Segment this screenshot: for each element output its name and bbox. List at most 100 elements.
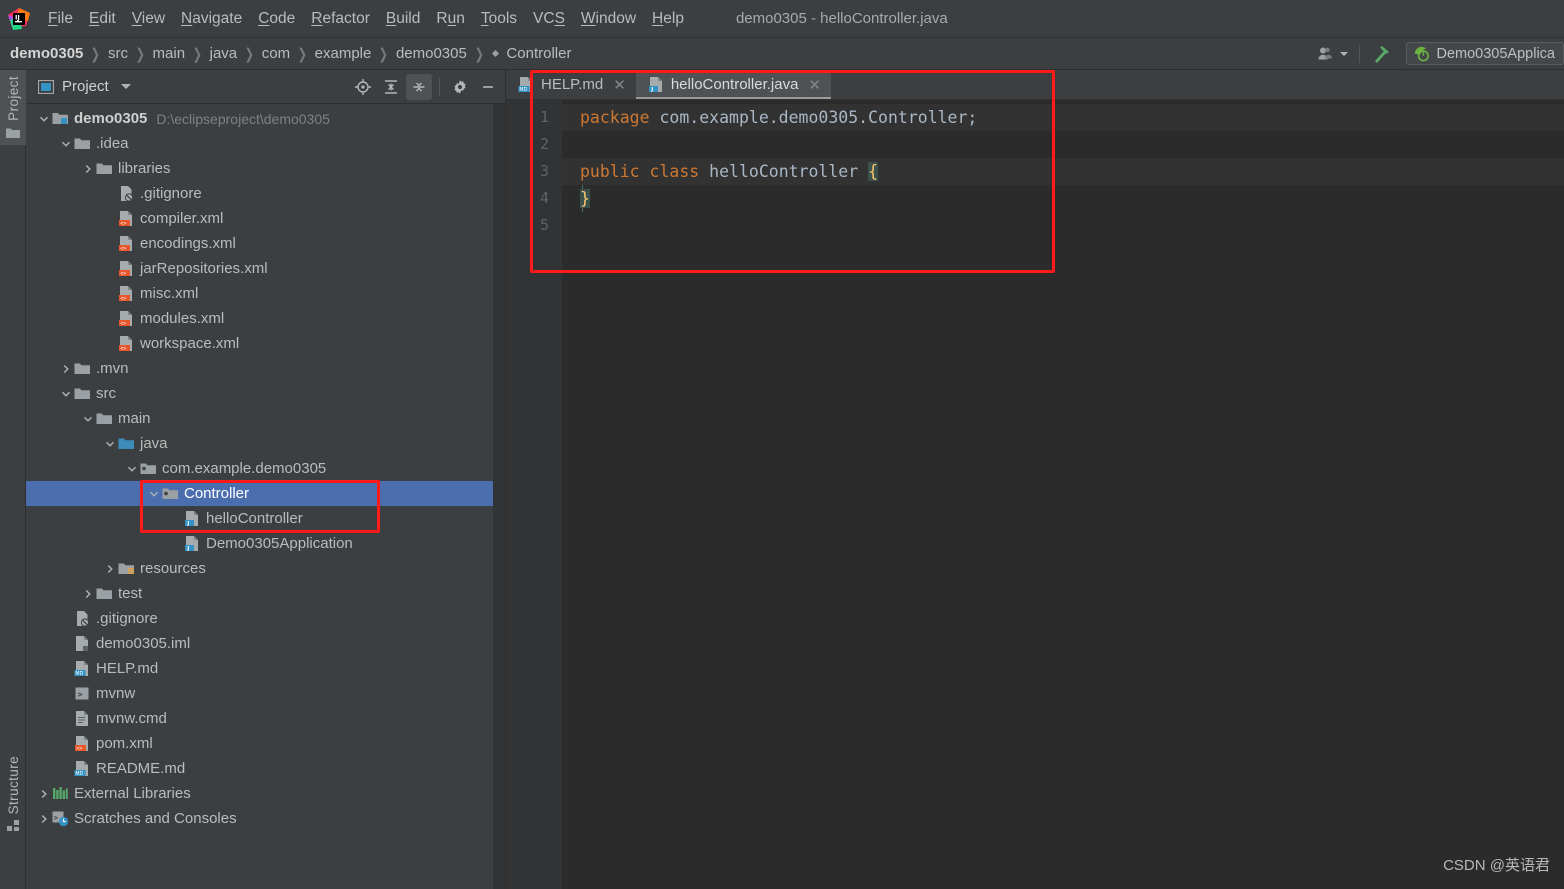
chevron-down-icon[interactable]	[102, 431, 118, 456]
menu-item-refactor[interactable]: Refactor	[303, 8, 378, 30]
package-icon	[162, 485, 179, 502]
close-icon[interactable]: ✕	[613, 76, 626, 94]
tree-node-scratches-and-consoles[interactable]: > Scratches and Consoles	[26, 806, 505, 831]
tree-node-label: HELP.md	[96, 660, 159, 677]
spring-boot-icon	[1414, 46, 1429, 62]
chevron-down-icon[interactable]	[120, 84, 131, 89]
tree-node-misc.xml[interactable]: <> misc.xml	[26, 281, 505, 306]
tree-node-jarrepositories.xml[interactable]: <> jarRepositories.xml	[26, 256, 505, 281]
tree-node-label: src	[96, 385, 116, 402]
code-line-3[interactable]: public class helloController {	[562, 158, 1564, 185]
svg-text:<>: <>	[120, 221, 126, 227]
gitignore-file-icon	[118, 185, 135, 202]
folder-icon	[96, 585, 113, 602]
breadcrumb-item-5[interactable]: example	[315, 45, 372, 62]
menu-item-edit[interactable]: Edit	[81, 8, 124, 30]
hide-panel-button[interactable]	[475, 74, 501, 100]
iml-file-icon	[74, 635, 91, 652]
xml-file-icon: <>	[118, 335, 135, 352]
tree-node-pom.xml[interactable]: <> pom.xml	[26, 731, 505, 756]
breadcrumb-item-6[interactable]: demo0305	[396, 45, 467, 62]
tree-node-mvnw[interactable]: > mvnw	[26, 681, 505, 706]
breadcrumb-item-0[interactable]: demo0305	[10, 45, 83, 62]
tree-node-com.example.demo0305[interactable]: com.example.demo0305	[26, 456, 505, 481]
tree-node-controller[interactable]: Controller	[26, 481, 505, 506]
tree-node-workspace.xml[interactable]: <> workspace.xml	[26, 331, 505, 356]
menu-item-window[interactable]: Window	[573, 8, 644, 30]
tree-node-.idea[interactable]: .idea	[26, 131, 505, 156]
svg-text:J: J	[650, 87, 653, 93]
editor-tab-hellocontroller-java[interactable]: JhelloController.java ✕	[635, 70, 832, 99]
chevron-right-icon[interactable]	[80, 581, 96, 606]
chevron-right-icon[interactable]	[36, 781, 52, 806]
tree-node-src[interactable]: src	[26, 381, 505, 406]
menu-item-vcs[interactable]: VCS	[525, 8, 573, 30]
sidebar-item-project[interactable]: Project	[0, 70, 26, 145]
collapse-all-button[interactable]	[406, 73, 432, 100]
tree-node-libraries[interactable]: libraries	[26, 156, 505, 181]
menu-item-run[interactable]: Run	[428, 8, 472, 30]
menu-item-view[interactable]: View	[124, 8, 173, 30]
tree-node-.mvn[interactable]: .mvn	[26, 356, 505, 381]
tree-node-encodings.xml[interactable]: <> encodings.xml	[26, 231, 505, 256]
menu-item-file[interactable]: File	[40, 8, 81, 30]
tree-node-external-libraries[interactable]: External Libraries	[26, 781, 505, 806]
tree-node-hellocontroller[interactable]: JhelloController	[26, 506, 505, 531]
sidebar-item-structure[interactable]: Structure	[0, 750, 26, 839]
chevron-right-icon[interactable]	[102, 556, 118, 581]
breadcrumb-item-3[interactable]: java	[210, 45, 238, 62]
tree-node-resources[interactable]: resources	[26, 556, 505, 581]
user-account-button[interactable]	[1311, 38, 1355, 69]
breadcrumb-item-4[interactable]: com	[262, 45, 290, 62]
chevron-down-icon[interactable]	[36, 106, 52, 131]
run-configuration-selector[interactable]: Demo0305Applica	[1405, 42, 1564, 65]
code-line-4[interactable]: }	[562, 185, 1564, 212]
locate-in-tree-button[interactable]	[350, 74, 376, 100]
tree-node-label: .mvn	[96, 360, 129, 377]
tree-node-main[interactable]: main	[26, 406, 505, 431]
chevron-down-icon[interactable]	[58, 131, 74, 156]
tree-node-demo0305[interactable]: demo0305 D:\eclipseproject\demo0305	[26, 106, 505, 131]
tree-node-compiler.xml[interactable]: <> compiler.xml	[26, 206, 505, 231]
tree-node-.gitignore[interactable]: .gitignore	[26, 606, 505, 631]
chevron-down-icon[interactable]	[58, 381, 74, 406]
breadcrumb-item-1[interactable]: src	[108, 45, 128, 62]
tree-node-mvnw.cmd[interactable]: mvnw.cmd	[26, 706, 505, 731]
tree-node-demo0305application[interactable]: J Demo0305Application	[26, 531, 505, 556]
tree-node-demo0305.iml[interactable]: demo0305.iml	[26, 631, 505, 656]
menu-item-navigate[interactable]: Navigate	[173, 8, 250, 30]
menu-item-build[interactable]: Build	[378, 8, 428, 30]
breadcrumb-item-2[interactable]: main	[153, 45, 186, 62]
menu-item-tools[interactable]: Tools	[473, 8, 525, 30]
xml-file-icon: <>	[118, 260, 135, 277]
menu-item-help[interactable]: Help	[644, 8, 692, 30]
tree-node-readme.md[interactable]: MD README.md	[26, 756, 505, 781]
chevron-down-icon[interactable]	[124, 456, 140, 481]
code-line-2[interactable]	[562, 131, 1564, 158]
code-editor[interactable]: 1 2 3 4 5 package com.example.demo0305.Contr…	[506, 100, 1564, 889]
tree-node-modules.xml[interactable]: <> modules.xml	[26, 306, 505, 331]
tree-node-test[interactable]: test	[26, 581, 505, 606]
tree-node-help.md[interactable]: MD HELP.md	[26, 656, 505, 681]
breadcrumb-separator: ❯	[297, 45, 308, 63]
project-settings-button[interactable]	[447, 74, 473, 100]
code-line-5[interactable]	[562, 212, 1564, 239]
project-tree-scrollbar[interactable]	[493, 104, 505, 889]
editor-tab-help-md[interactable]: MD HELP.md ✕	[506, 70, 636, 99]
build-project-button[interactable]	[1364, 38, 1398, 69]
chevron-right-icon[interactable]	[80, 156, 96, 181]
chevron-down-icon[interactable]	[146, 481, 162, 506]
chevron-right-icon[interactable]	[58, 356, 74, 381]
menu-item-code[interactable]: Code	[250, 8, 303, 30]
project-tree[interactable]: demo0305 D:\eclipseproject\demo0305 .idea l…	[26, 104, 505, 889]
close-icon[interactable]: ✕	[808, 76, 821, 94]
tree-node-.gitignore[interactable]: .gitignore	[26, 181, 505, 206]
code-token: {	[868, 162, 879, 181]
chevron-right-icon[interactable]	[36, 806, 52, 831]
breadcrumb-current[interactable]: Controller	[506, 45, 571, 62]
code-line-1[interactable]: package com.example.demo0305.Controller;	[562, 104, 1564, 131]
editor-code-text[interactable]: package com.example.demo0305.Controller;…	[562, 100, 1564, 889]
tree-node-java[interactable]: java	[26, 431, 505, 456]
chevron-down-icon[interactable]	[80, 406, 96, 431]
expand-all-button[interactable]	[378, 74, 404, 100]
